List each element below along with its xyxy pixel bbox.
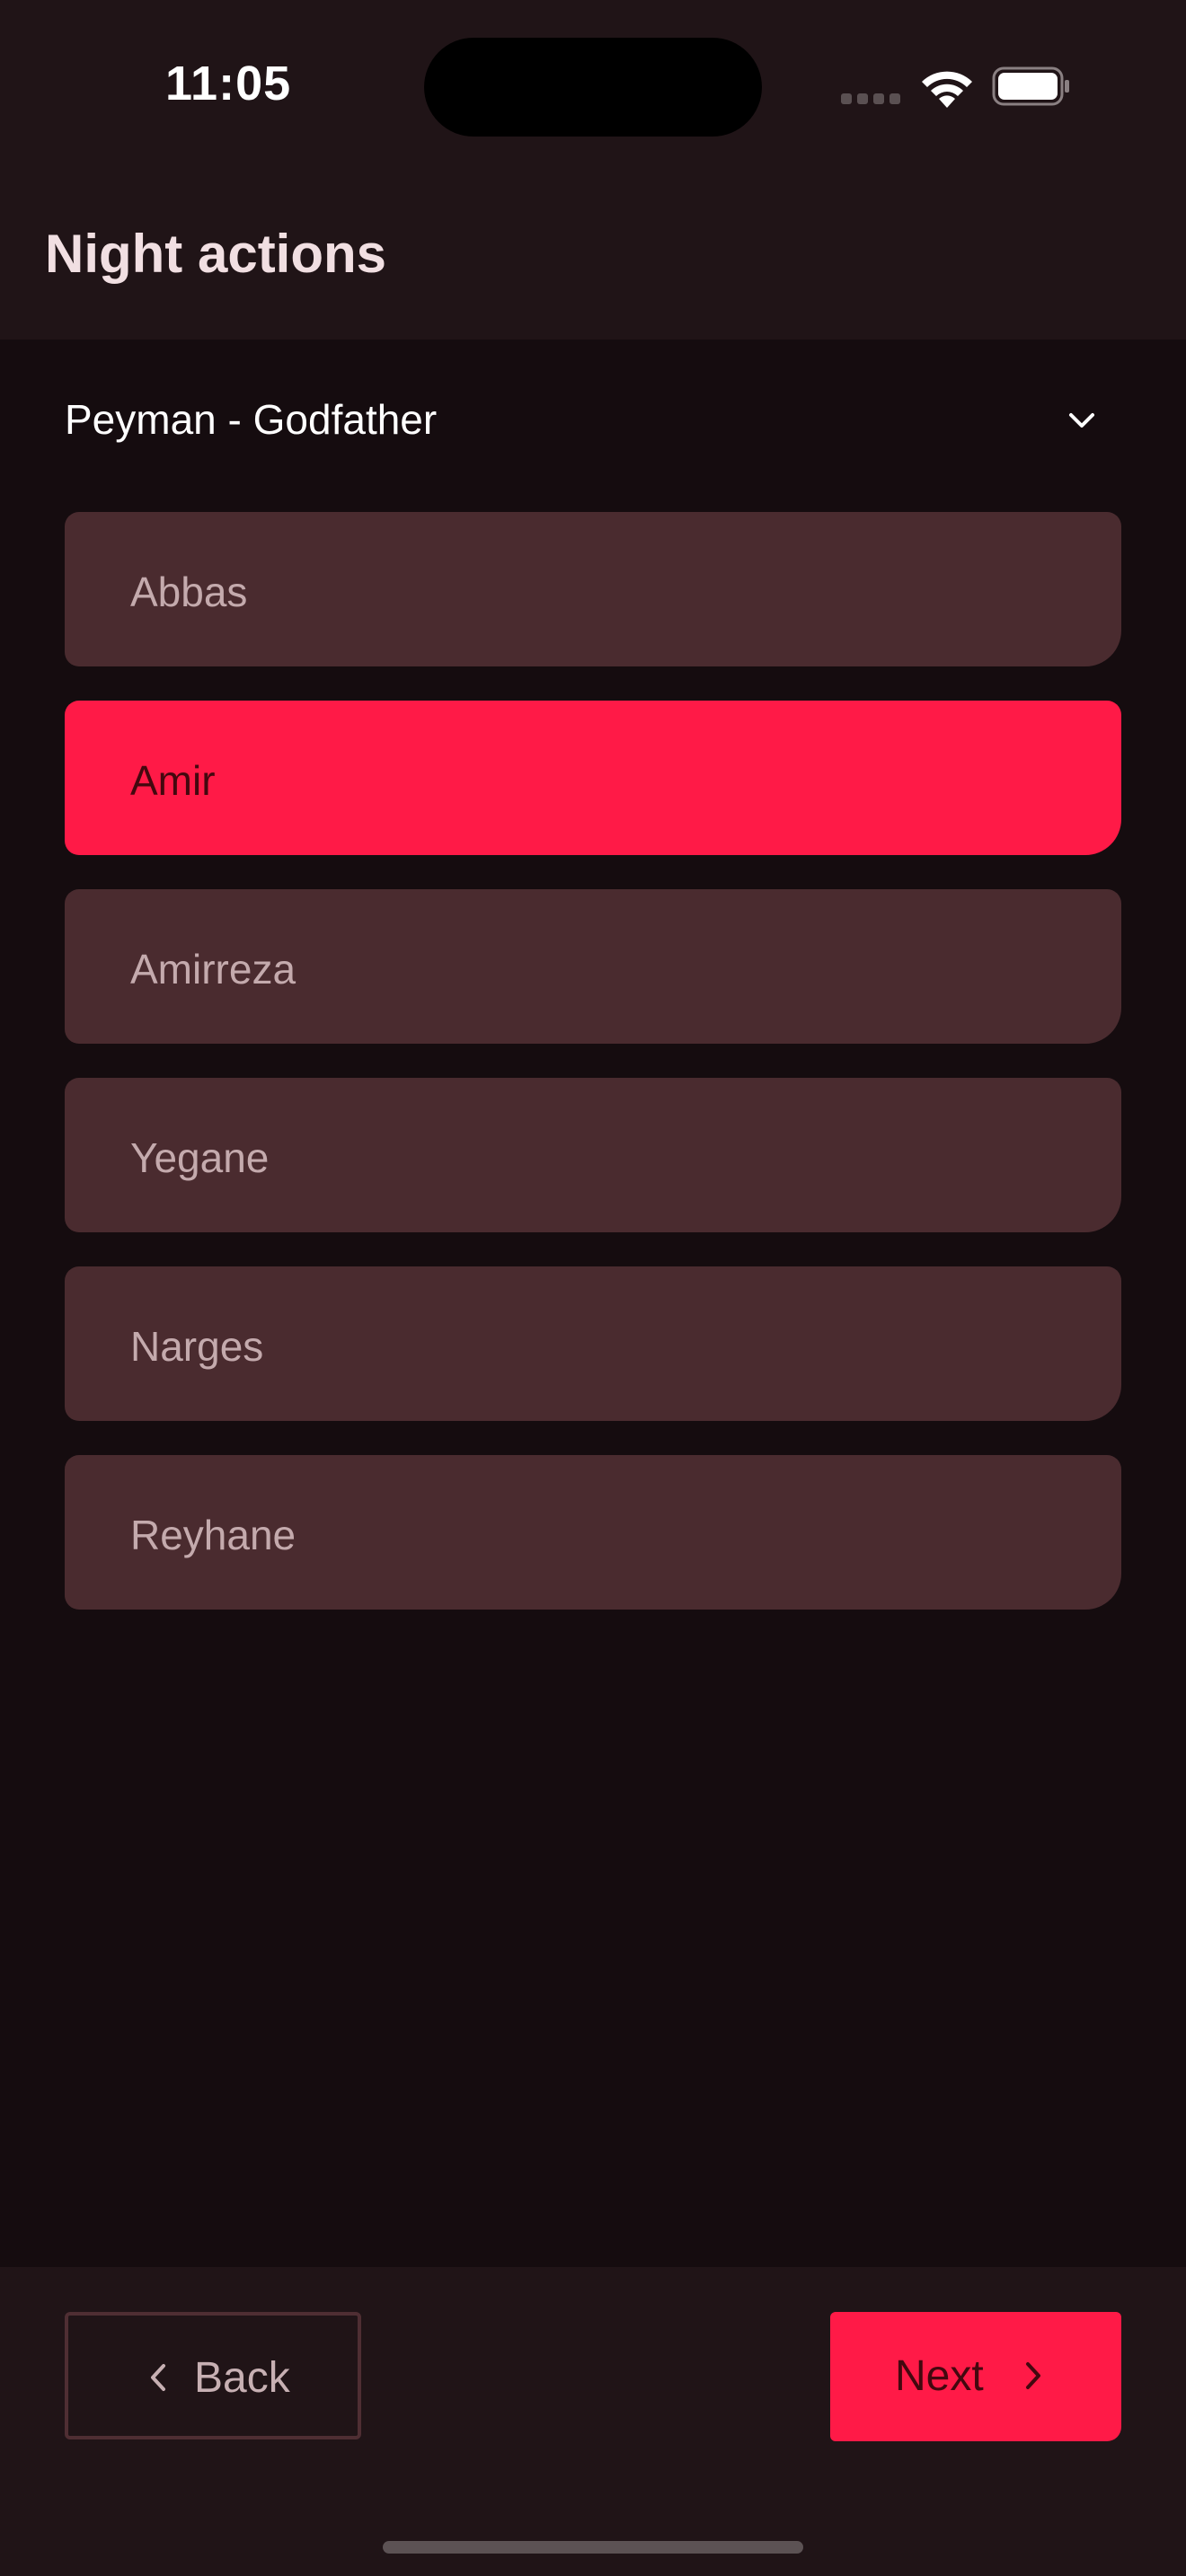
player-name: Amir [130, 757, 216, 804]
chevron-right-icon [1026, 2362, 1040, 2389]
dynamic-island [424, 38, 762, 137]
player-option[interactable]: Abbas [65, 512, 1121, 666]
player-name: Narges [130, 1323, 264, 1370]
status-time: 11:05 [165, 57, 292, 110]
player-name: Amirreza [130, 946, 296, 992]
player-option-selected[interactable]: Amir [65, 701, 1121, 855]
player-name: Abbas [130, 569, 248, 615]
player-option[interactable]: Yegane [65, 1078, 1121, 1232]
bottom-bar: Back Next [0, 2267, 1186, 2576]
chevron-left-icon [151, 2364, 165, 2391]
app-bar: Night actions [0, 171, 1186, 340]
player-list: Abbas Amir Amirreza Yegane Narges Reyhan… [65, 512, 1121, 1644]
cellular-signal-icon [841, 93, 900, 104]
wifi-icon [922, 71, 972, 108]
chevron-down-icon [1069, 413, 1094, 428]
player-option[interactable]: Reyhane [65, 1455, 1121, 1610]
role-dropdown[interactable]: Peyman - Godfather [65, 377, 1121, 467]
page-title: Night actions [45, 224, 387, 284]
player-option[interactable]: Narges [65, 1266, 1121, 1421]
next-button[interactable]: Next [830, 2312, 1121, 2441]
status-bar: 11:05 [0, 0, 1186, 171]
battery-icon [992, 66, 1069, 106]
player-name: Yegane [130, 1134, 270, 1181]
dropdown-selected-value: Peyman - Godfather [65, 396, 438, 443]
player-option[interactable]: Amirreza [65, 889, 1121, 1044]
back-button[interactable]: Back [65, 2312, 361, 2439]
next-button-label: Next [895, 2352, 984, 2400]
player-name: Reyhane [130, 1512, 296, 1558]
home-indicator[interactable] [383, 2541, 803, 2554]
back-button-label: Back [194, 2354, 290, 2402]
